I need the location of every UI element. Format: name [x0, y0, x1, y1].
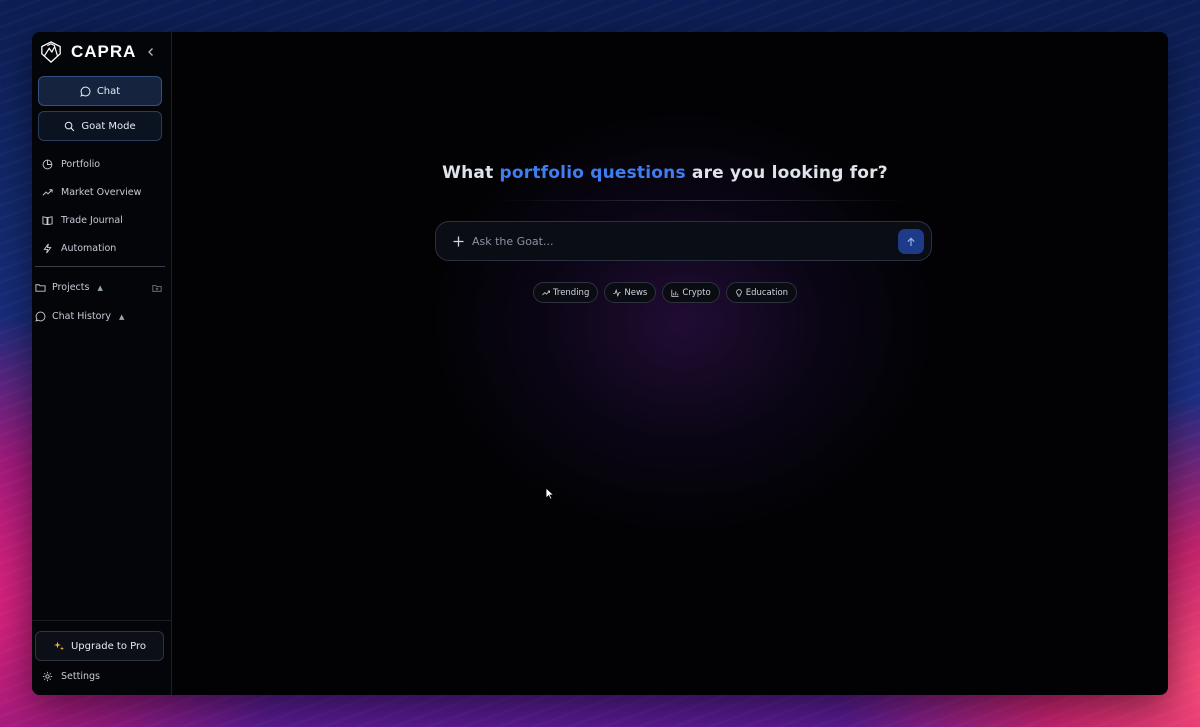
chip-label: Crypto: [682, 287, 711, 298]
goat-mode-button[interactable]: Goat Mode: [38, 111, 162, 141]
upgrade-to-pro-button[interactable]: Upgrade to Pro: [35, 631, 164, 661]
mouse-cursor-icon: [545, 487, 555, 500]
sidebar-section-chat-history[interactable]: Chat History ▲: [35, 311, 124, 322]
headline-accent: portfolio questions: [499, 163, 686, 183]
gear-icon: [42, 671, 53, 682]
sidebar-item-automation[interactable]: Automation: [42, 243, 116, 254]
app-window: CAPRA Chat Goat Mode Portfolio Market Ov…: [32, 32, 1168, 695]
brand[interactable]: CAPRA: [40, 41, 136, 63]
plus-icon: [453, 236, 463, 246]
collapse-sidebar-button[interactable]: [143, 44, 159, 60]
goat-logo-icon: [41, 41, 61, 63]
book-icon: [42, 216, 53, 226]
sidebar-section-projects[interactable]: Projects ▲: [35, 282, 103, 293]
chip-label: Trending: [552, 287, 590, 298]
goat-mode-button-label: Goat Mode: [81, 120, 136, 132]
send-button[interactable]: [898, 229, 924, 254]
chat-button[interactable]: Chat: [38, 76, 162, 106]
main-content: What portfolio questions are you looking…: [173, 32, 1168, 695]
sidebar-item-label: Portfolio: [61, 159, 101, 170]
suggestion-chips: Trending News Crypto Education: [173, 282, 1157, 303]
chip-label: News: [624, 287, 648, 298]
chat-bubble-icon: [80, 86, 91, 97]
chip-label: Education: [745, 287, 789, 298]
ask-bar: [435, 221, 932, 261]
pie-chart-icon: [42, 159, 53, 170]
chip-trending[interactable]: Trending: [532, 282, 599, 303]
sidebar-item-market-overview[interactable]: Market Overview: [42, 187, 141, 198]
chat-bubble-icon: [35, 311, 46, 322]
sidebar-item-label: Trade Journal: [61, 215, 123, 226]
arrow-up-icon: [907, 237, 915, 246]
headline-suffix: are you looking for?: [685, 163, 888, 183]
folder-icon: [35, 284, 46, 292]
search-icon: [65, 121, 75, 131]
settings-label: Settings: [61, 671, 100, 682]
chevron-left-icon: [148, 48, 153, 56]
chevron-up-icon: ▲: [119, 312, 125, 321]
chip-education[interactable]: Education: [725, 282, 798, 303]
headline-prefix: What: [442, 163, 500, 183]
sidebar-footer-divider: [32, 620, 172, 621]
attach-button[interactable]: [448, 231, 468, 251]
chip-news[interactable]: News: [604, 282, 657, 303]
add-folder-icon[interactable]: [152, 283, 162, 293]
ask-input[interactable]: [472, 231, 892, 251]
upgrade-label: Upgrade to Pro: [70, 640, 146, 652]
headline-divider: [493, 200, 913, 201]
page-title: What portfolio questions are you looking…: [173, 163, 1157, 183]
settings-button[interactable]: Settings: [42, 671, 100, 682]
sidebar-item-label: Market Overview: [61, 187, 142, 198]
sidebar-item-portfolio[interactable]: Portfolio: [42, 159, 100, 170]
lightning-icon: [43, 243, 52, 254]
chevron-up-icon: ▲: [97, 283, 103, 292]
sparkles-icon: [53, 641, 64, 651]
sidebar-section-label: Chat History: [52, 311, 112, 322]
trending-up-icon: [542, 290, 550, 295]
activity-icon: [613, 288, 621, 297]
bar-chart-icon: [671, 289, 679, 297]
chip-crypto[interactable]: Crypto: [662, 282, 720, 303]
chat-button-label: Chat: [96, 85, 121, 97]
sidebar-divider: [35, 266, 165, 267]
sidebar-section-label: Projects: [52, 282, 90, 293]
brand-name: CAPRA: [71, 42, 137, 61]
trending-up-icon: [42, 189, 53, 196]
sidebar-item-trade-journal[interactable]: Trade Journal: [42, 215, 123, 226]
sidebar-item-label: Automation: [61, 243, 117, 254]
sidebar: CAPRA Chat Goat Mode Portfolio Market Ov…: [32, 32, 172, 695]
lightbulb-icon: [735, 288, 742, 297]
